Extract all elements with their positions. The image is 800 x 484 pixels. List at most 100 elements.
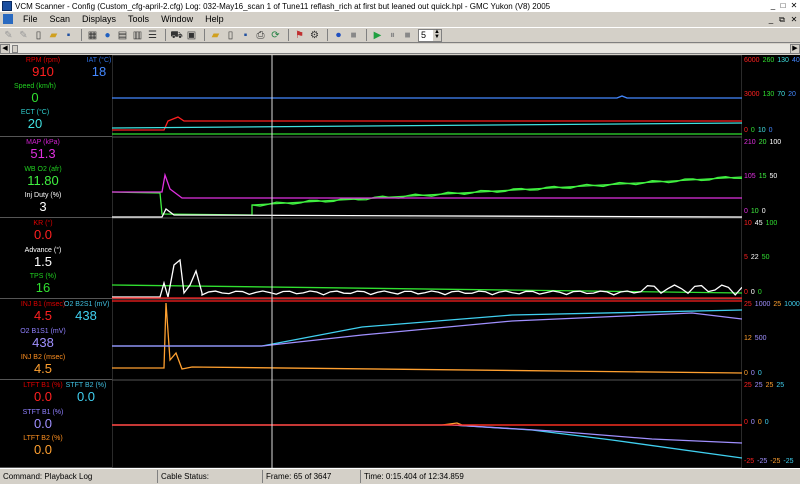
stftb2-trace [112,424,742,459]
menu-scan[interactable]: Scan [44,14,77,24]
menu-file[interactable]: File [17,14,44,24]
mdi-minimize-icon[interactable]: _ [766,15,776,24]
scale-label: 0 [764,419,769,426]
document-icon [3,14,13,24]
channel-readout[interactable]: ECT (°C) 20 [0,109,78,131]
channel-readout[interactable]: STFT B1 (%) 0.0 [0,409,86,431]
channel-readout[interactable]: WB O2 (afr) 11.80 [0,166,86,188]
scale-label: 100 [765,220,778,227]
scale-row: 105 15 50 [744,173,780,180]
table-icon[interactable]: ▦ [86,29,99,42]
export-icon[interactable]: ⎙ [254,29,267,42]
menu-help[interactable]: Help [199,14,230,24]
log-file-icon[interactable]: ▯ [224,29,237,42]
channel-readout[interactable]: Advance (°) 1.5 [0,247,86,269]
scan-icon[interactable]: ⚙ [308,29,321,42]
stop-playback-icon[interactable]: ■ [401,29,414,42]
chart-icon[interactable]: ▥ [131,29,144,42]
channel-readout[interactable]: INJ B2 (msec) 4.5 [0,354,86,376]
plot-border [112,55,742,468]
chart-area: RPM (rpm) 910 IAT (°C) 18 Speed (km/h) 0 ECT (… [0,55,800,468]
channel-value: 16 [35,280,51,295]
plot-area[interactable] [112,55,742,468]
channel-value: 438 [75,308,97,323]
minimize-icon[interactable]: _ [768,1,778,10]
window-title: VCM Scanner - Config (Custom_cfg-april-2… [15,1,551,11]
injduty-trace [112,208,742,218]
open-folder-icon[interactable]: ▰ [47,29,60,42]
connect-icon[interactable]: ⚑ [293,29,306,42]
channel-readout[interactable]: O2 B1S1 (mV) 438 [0,328,86,350]
scale-label: 6000 [744,57,760,64]
mdi-close-icon[interactable]: ✕ [789,15,799,24]
scale-label: 15 [758,173,767,180]
scale-label: 45 [754,220,763,227]
scroll-right-icon[interactable]: ▶ [790,44,800,54]
channel-readout[interactable]: Inj Duty (%) 3 [0,192,86,214]
channel-readout[interactable]: MAP (kPa) 51.3 [0,139,86,161]
scale-label: 25 [776,382,785,389]
close-icon[interactable]: ✕ [789,1,799,10]
menu-tools[interactable]: Tools [122,14,155,24]
scroll-thumb[interactable] [12,45,18,53]
scale-label: 130 [777,57,789,64]
record-icon[interactable]: ⏺ [332,29,345,42]
channel-readout[interactable]: TPS (%) 16 [0,273,86,295]
scale-label: 260 [762,57,775,64]
channel-readout[interactable]: O2 B2S1 (mV) 438 [64,301,110,323]
scale-row: 25 1000 25 1000 [744,301,800,308]
save-icon[interactable]: ▪ [62,29,75,42]
scale-label: 70 [777,91,786,98]
scale-label: 0 [750,127,755,134]
pen-icon[interactable]: ✎ [2,29,15,42]
new-doc-icon[interactable]: ▯ [32,29,45,42]
channel-readout[interactable]: STFT B2 (%) 0.0 [64,382,108,404]
channel-value: 910 [32,64,54,79]
channel-readout[interactable]: RPM (rpm) 910 [0,57,86,79]
menu-bar: File Scan Displays Tools Window Help _ ⧉… [0,12,800,26]
maximize-icon[interactable]: □ [778,1,788,10]
scale-row: 6000 260 130 40 [744,57,800,64]
channel-value: 3 [39,199,47,214]
vehicle-icon[interactable]: ⛟ [170,29,183,42]
scale-label: 20 [758,139,767,146]
open-log-icon[interactable]: ▰ [209,29,222,42]
pause-icon[interactable]: ⏸ [386,29,399,42]
scroll-left-icon[interactable]: ◀ [0,44,10,54]
channel-readout[interactable]: LTFT B2 (%) 0.0 [0,435,86,457]
pen-alt-icon[interactable]: ✎ [17,29,30,42]
channel-readout[interactable]: KR (°) 0.0 [0,220,86,242]
menu-window[interactable]: Window [155,14,199,24]
list-icon[interactable]: ☰ [146,29,159,42]
scale-row: 210 20 100 [744,139,784,146]
o2b1s1-trace [112,312,742,347]
save-log-icon[interactable]: ▪ [239,29,252,42]
gauge-icon[interactable]: ● [101,29,114,42]
stop-icon[interactable]: ■ [347,29,360,42]
stepper-arrows-icon[interactable]: ▲ ▼ [433,29,441,41]
scale-label: 25 [744,301,752,308]
ect-trace [112,122,742,129]
channel-readout[interactable]: Speed (km/h) 0 [0,83,78,105]
timeline-scrollbar[interactable]: ◀ ▶ [0,44,800,54]
refresh-icon[interactable]: ⟳ [269,29,282,42]
scale-label: 500 [754,335,767,342]
app-icon [2,1,12,11]
config-icon[interactable]: ▣ [185,29,198,42]
scale-label: 20 [788,91,796,98]
scale-label: 50 [761,254,770,261]
menu-displays[interactable]: Displays [76,14,122,24]
channel-name: Speed (km/h) [13,83,57,90]
grid-icon[interactable]: ▤ [116,29,129,42]
scale-label: 0 [768,127,773,134]
play-icon[interactable]: ▶ [371,29,384,42]
channel-labels: RPM (rpm) 910 IAT (°C) 18 Speed (km/h) 0 ECT (… [0,55,112,468]
channel-readout[interactable]: IAT (°C) 18 [84,57,114,79]
scale-label: 130 [762,91,775,98]
playback-speed-stepper[interactable]: 5 ▲ ▼ [418,28,442,42]
mdi-restore-icon[interactable]: ⧉ [777,15,787,24]
status-bar: Command: Playback Log Cable Status: Fram… [0,468,800,484]
scale-label: 10 [744,220,752,227]
channel-value: 4.5 [33,361,53,376]
channel-value: 0.0 [33,442,53,457]
